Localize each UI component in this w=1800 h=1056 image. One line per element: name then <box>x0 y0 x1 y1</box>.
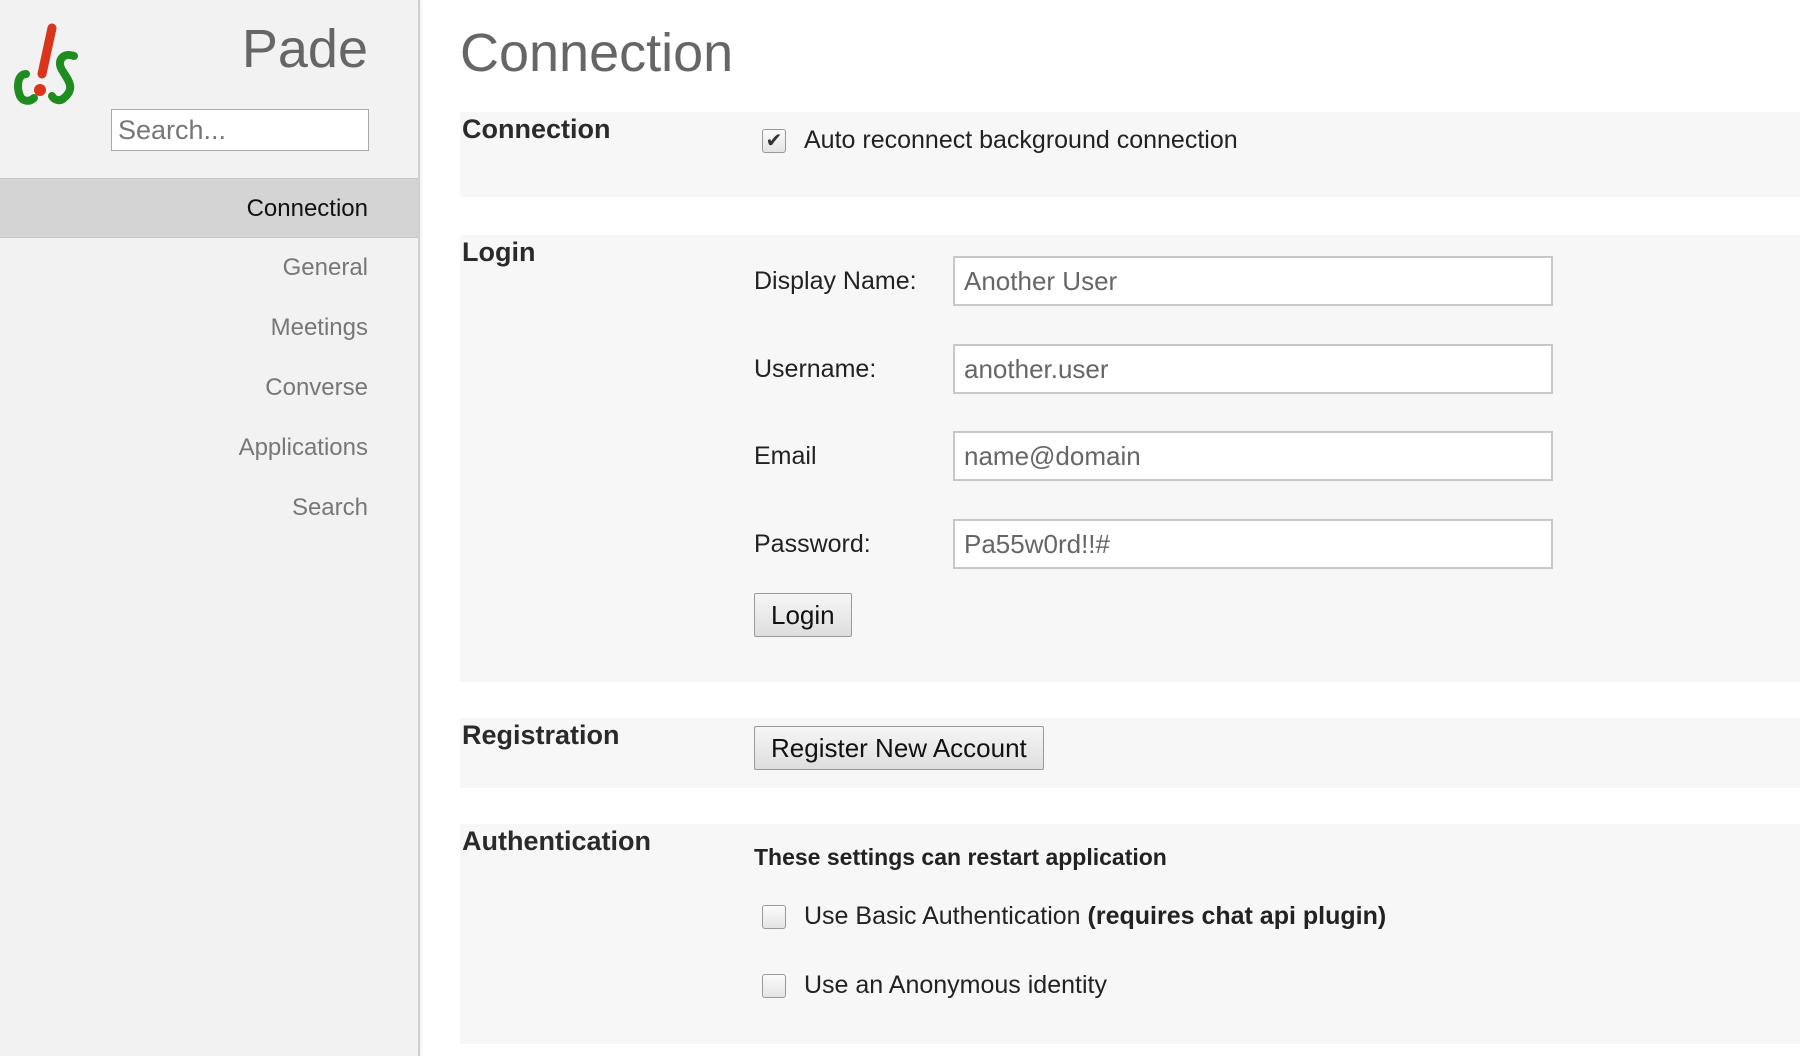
auto-reconnect-option[interactable]: ✔ Auto reconnect background connection <box>762 126 1238 155</box>
section-heading-registration: Registration <box>462 720 620 750</box>
app-logo-icon <box>14 23 78 105</box>
anonymous-identity-checkbox[interactable] <box>762 973 786 998</box>
email-label: Email <box>754 442 817 470</box>
sidebar-nav: Connection General Meetings Converse App… <box>0 178 418 538</box>
display-name-label: Display Name: <box>754 267 917 295</box>
anonymous-identity-option[interactable]: Use an Anonymous identity <box>762 971 1107 1000</box>
login-section: Login Display Name: Username: Email Pass… <box>460 235 1800 682</box>
basic-auth-option[interactable]: Use Basic Authentication (requires chat … <box>762 902 1386 931</box>
restart-notice: These settings can restart application <box>754 844 1167 870</box>
auto-reconnect-checkbox[interactable]: ✔ <box>762 128 786 153</box>
main-content: Connection Connection ✔ Auto reconnect b… <box>460 0 1800 1056</box>
basic-auth-checkbox[interactable] <box>762 904 786 929</box>
anonymous-identity-label: Use an Anonymous identity <box>804 971 1107 999</box>
basic-auth-label: Use Basic Authentication <box>804 902 1081 930</box>
username-field[interactable] <box>953 344 1553 394</box>
password-field[interactable] <box>953 519 1553 569</box>
basic-auth-note: (requires chat api plugin) <box>1087 902 1387 930</box>
password-label: Password: <box>754 530 871 558</box>
section-heading-authentication: Authentication <box>462 826 651 856</box>
sidebar-item-search[interactable]: Search <box>0 478 418 538</box>
register-new-account-button[interactable]: Register New Account <box>754 726 1044 770</box>
authentication-section: Authentication These settings can restar… <box>460 824 1800 1044</box>
login-button[interactable]: Login <box>754 593 852 637</box>
auto-reconnect-label: Auto reconnect background connection <box>804 126 1238 154</box>
sidebar-item-converse[interactable]: Converse <box>0 358 418 418</box>
username-label: Username: <box>754 355 877 383</box>
email-field[interactable] <box>953 431 1553 481</box>
search-input[interactable] <box>111 109 369 151</box>
sidebar-item-connection[interactable]: Connection <box>0 178 418 238</box>
app-title: Pade <box>241 19 368 79</box>
connection-section: Connection ✔ Auto reconnect background c… <box>460 112 1800 197</box>
page-title: Connection <box>460 23 734 83</box>
section-heading-login: Login <box>462 237 536 267</box>
registration-section: Registration Register New Account <box>460 718 1800 788</box>
sidebar: Pade Connection General Meetings Convers… <box>0 0 420 1056</box>
sidebar-item-general[interactable]: General <box>0 238 418 298</box>
sidebar-item-meetings[interactable]: Meetings <box>0 298 418 358</box>
app: Pade Connection General Meetings Convers… <box>0 0 1800 1056</box>
display-name-field[interactable] <box>953 256 1553 306</box>
sidebar-item-applications[interactable]: Applications <box>0 418 418 478</box>
section-heading-connection: Connection <box>462 114 611 144</box>
